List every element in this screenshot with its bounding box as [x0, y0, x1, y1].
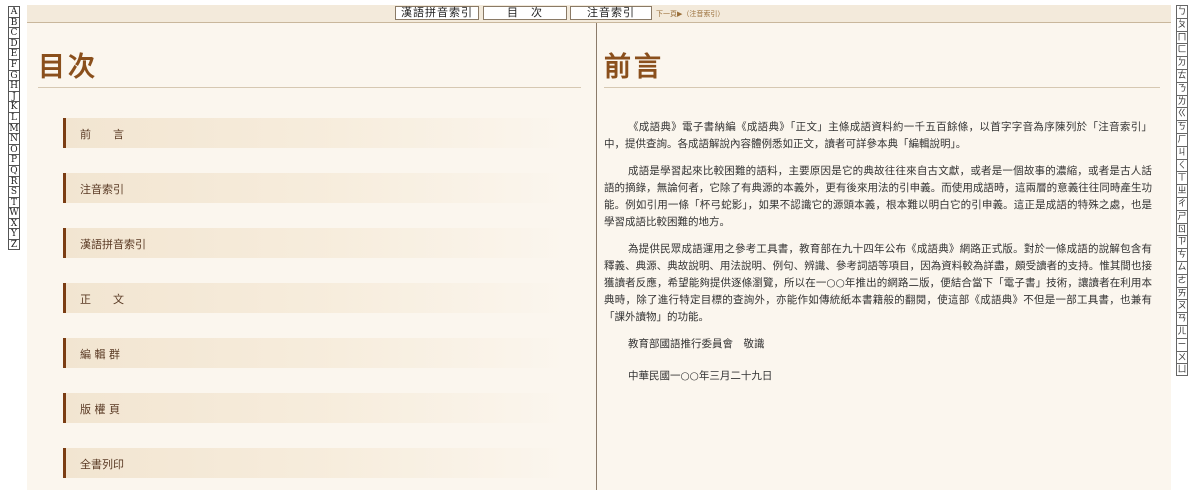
alpha-key-c[interactable]: C — [8, 27, 20, 38]
zhuyin-key-ai[interactable]: ㄞ — [1176, 286, 1188, 300]
toc-item-pinyin-index[interactable]: 漢語拼音索引 — [63, 228, 566, 258]
zhuyin-key-v[interactable]: ㄩ — [1176, 363, 1188, 377]
alpha-key-m[interactable]: M — [8, 122, 20, 133]
alpha-key-p[interactable]: P — [8, 154, 20, 165]
zhuyin-key-s[interactable]: ㄙ — [1176, 260, 1188, 274]
toc-item-zhuyin-index[interactable]: 注音索引 — [63, 173, 566, 203]
alpha-key-h[interactable]: H — [8, 80, 20, 91]
top-nav-bar: 漢語拼音索引 目 次 注音索引 下一頁▶（注音索引） — [27, 5, 1171, 23]
toc-item-print-all[interactable]: 全書列印 — [63, 448, 566, 478]
zhuyin-key-ou[interactable]: ㄡ — [1176, 299, 1188, 313]
toc-title: 目次 — [38, 52, 98, 83]
zhuyin-key-l[interactable]: ㄌ — [1176, 94, 1188, 108]
preface-signature: 教育部國語推行委員會 敬識 — [628, 338, 765, 350]
zhuyin-key-h[interactable]: ㄏ — [1176, 132, 1188, 146]
alpha-key-t[interactable]: T — [8, 196, 20, 208]
zhuyin-key-x[interactable]: ㄒ — [1176, 171, 1188, 185]
alphabet-index: A B C D E F G H J K L M N O P Q R S T W … — [8, 6, 22, 250]
toc-item-label: 全書列印 — [80, 458, 124, 471]
alpha-key-j[interactable]: J — [8, 90, 20, 102]
preface-paragraph-2: 成語是學習起來比較困難的語料，主要原因是它的典故往往來自古文獻，或者是一個故事的… — [604, 165, 1152, 228]
zhuyin-key-an[interactable]: ㄢ — [1176, 312, 1188, 325]
alpha-key-d[interactable]: D — [8, 37, 20, 49]
zhuyin-key-t[interactable]: ㄊ — [1176, 68, 1188, 82]
zhuyin-key-ch[interactable]: ㄔ — [1176, 196, 1188, 210]
toc-item-main-text[interactable]: 正 文 — [63, 283, 566, 313]
alpha-key-x[interactable]: X — [8, 217, 20, 229]
toc-item-editors[interactable]: 編 輯 群 — [63, 338, 566, 368]
zhuyin-key-m[interactable]: ㄇ — [1176, 30, 1188, 44]
next-page-link[interactable]: 下一頁▶（注音索引） — [656, 9, 724, 19]
zhuyin-index: ㄅ ㄆ ㄇ ㄈ ㄉ ㄊ ㄋ ㄌ ㄍ ㄎ ㄏ ㄐ ㄑ ㄒ ㄓ ㄔ ㄕ ㄖ ㄗ ㄘ … — [1176, 5, 1190, 377]
toc-title-divider — [38, 87, 581, 88]
preface-title-divider — [604, 87, 1160, 88]
pinyin-index-button[interactable]: 漢語拼音索引 — [395, 6, 479, 20]
book-frame: 漢語拼音索引 目 次 注音索引 下一頁▶（注音索引） 目次 前 言 注音索引 漢… — [27, 5, 1171, 490]
preface-paragraph-3: 為提供民眾成語運用之參考工具書，教育部在九十四年公布《成語典》網路正式版。對於一… — [604, 243, 1152, 323]
alpha-key-b[interactable]: B — [8, 16, 20, 27]
toc-item-label: 版 權 頁 — [80, 403, 120, 416]
zhuyin-key-er[interactable]: ㄦ — [1176, 324, 1188, 338]
alpha-key-w[interactable]: W — [8, 207, 20, 218]
alpha-key-r[interactable]: R — [8, 175, 20, 186]
contents-button[interactable]: 目 次 — [483, 6, 567, 20]
toc-item-label: 正 文 — [80, 293, 124, 306]
alpha-key-f[interactable]: F — [8, 58, 20, 70]
preface-panel: 前言 《成語典》電子書納編《成語典》「正文」主條成語資料約一千五百餘條，以首字字… — [596, 23, 1172, 490]
zhuyin-key-k[interactable]: ㄎ — [1176, 120, 1188, 133]
zhuyin-key-f[interactable]: ㄈ — [1176, 43, 1188, 57]
zhuyin-key-b[interactable]: ㄅ — [1176, 5, 1188, 18]
alpha-key-o[interactable]: O — [8, 143, 20, 155]
toc-item-label: 漢語拼音索引 — [80, 238, 146, 251]
toc-item-label: 注音索引 — [80, 183, 124, 196]
preface-date: 中華民國一○○年三月二十九日 — [628, 370, 773, 382]
zhuyin-key-q[interactable]: ㄑ — [1176, 158, 1188, 172]
toc-item-label: 編 輯 群 — [80, 348, 120, 361]
zhuyin-key-n[interactable]: ㄋ — [1176, 81, 1188, 95]
alpha-key-g[interactable]: G — [8, 69, 20, 80]
alpha-key-a[interactable]: A — [8, 6, 20, 17]
toc-item-label: 前 言 — [80, 128, 124, 141]
toc-item-copyright[interactable]: 版 權 頁 — [63, 393, 566, 423]
preface-paragraph-1: 《成語典》電子書納編《成語典》「正文」主條成語資料約一千五百餘條，以首字字音為序… — [604, 121, 1152, 150]
zhuyin-key-r[interactable]: ㄖ — [1176, 222, 1188, 236]
zhuyin-key-i[interactable]: ㄧ — [1176, 337, 1188, 351]
toc-item-preface[interactable]: 前 言 — [63, 118, 566, 148]
zhuyin-key-p[interactable]: ㄆ — [1176, 17, 1188, 31]
zhuyin-key-g[interactable]: ㄍ — [1176, 107, 1188, 121]
preface-title: 前言 — [604, 52, 664, 83]
zhuyin-key-d[interactable]: ㄉ — [1176, 56, 1188, 69]
zhuyin-key-sh[interactable]: ㄕ — [1176, 209, 1188, 223]
zhuyin-index-button[interactable]: 注音索引 — [570, 6, 652, 20]
preface-body: 《成語典》電子書納編《成語典》「正文」主條成語資料約一千五百餘條，以首字字音為序… — [604, 119, 1152, 400]
toc-panel: 目次 前 言 注音索引 漢語拼音索引 正 文 編 輯 群 版 權 頁 全書列印 — [27, 23, 595, 490]
alpha-key-z[interactable]: Z — [8, 239, 20, 250]
alpha-key-l[interactable]: L — [8, 111, 20, 123]
alpha-key-y[interactable]: Y — [8, 228, 20, 239]
alpha-key-e[interactable]: E — [8, 48, 20, 59]
zhuyin-key-j[interactable]: ㄐ — [1176, 145, 1188, 159]
zhuyin-key-u[interactable]: ㄨ — [1176, 350, 1188, 364]
zhuyin-key-z[interactable]: ㄗ — [1176, 235, 1188, 249]
zhuyin-key-c[interactable]: ㄘ — [1176, 248, 1188, 261]
alpha-key-q[interactable]: Q — [8, 164, 20, 176]
zhuyin-key-e[interactable]: ㄜ — [1176, 273, 1188, 287]
alpha-key-n[interactable]: N — [8, 133, 20, 144]
alpha-key-k[interactable]: K — [8, 101, 20, 112]
zhuyin-key-zh[interactable]: ㄓ — [1176, 184, 1188, 197]
alpha-key-s[interactable]: S — [8, 186, 20, 197]
